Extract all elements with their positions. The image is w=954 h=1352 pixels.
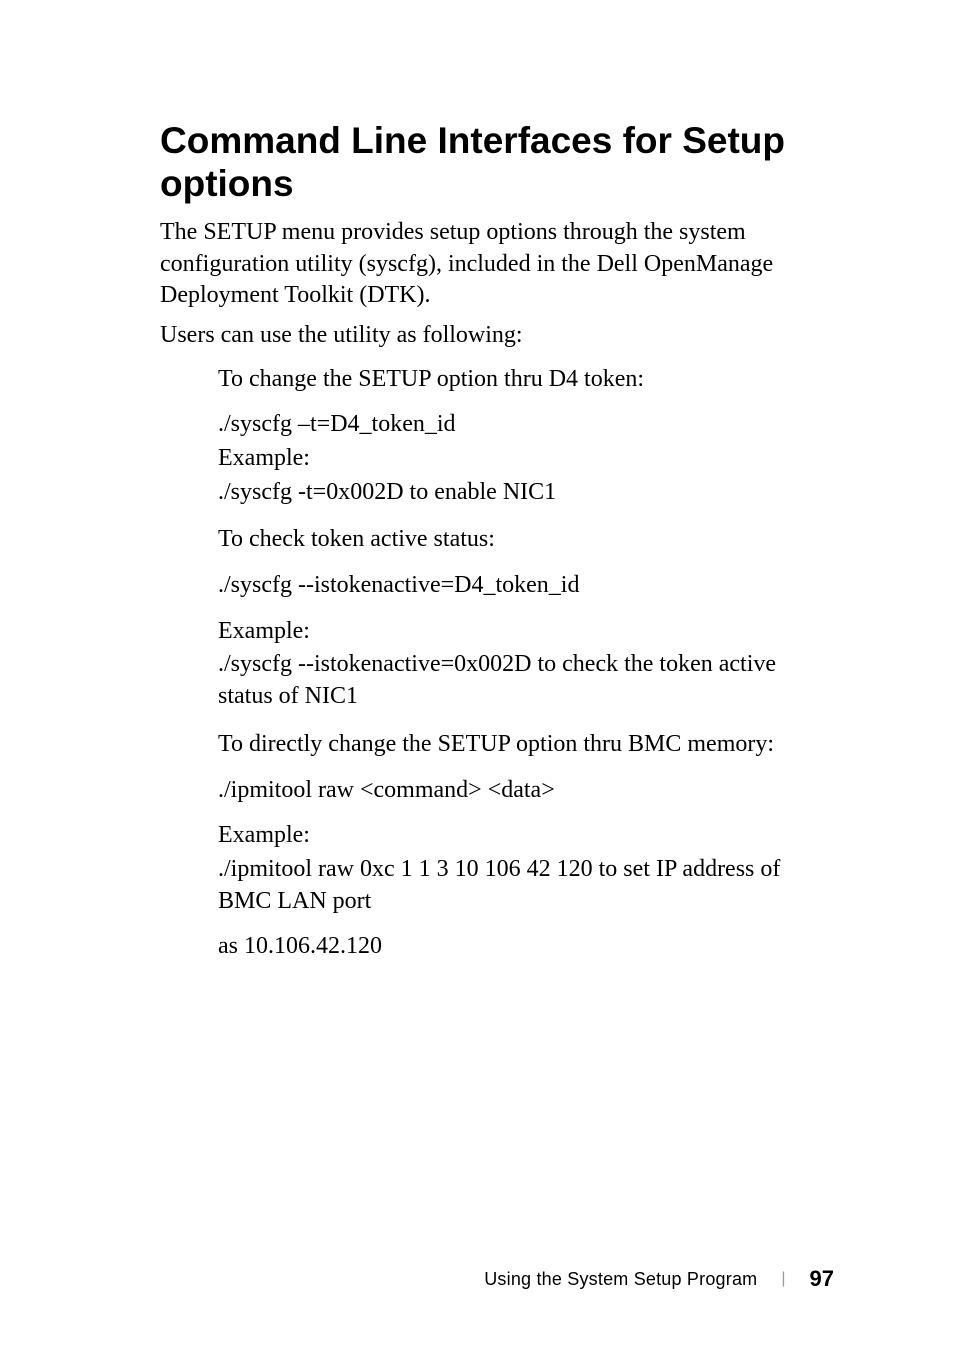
page-heading: Command Line Interfaces for Setup option…: [160, 120, 834, 205]
intro-paragraph-2: Users can use the utility as following:: [160, 320, 834, 352]
direct-cmd: ./ipmitool raw <command> <data>: [218, 775, 834, 807]
check-cmd: ./syscfg --istokenactive=D4_token_id: [218, 570, 834, 602]
indented-content: To change the SETUP option thru D4 token…: [218, 364, 834, 963]
check-status-label: To check token active status:: [218, 524, 834, 556]
change-option-label: To change the SETUP option thru D4 token…: [218, 364, 834, 396]
change-cmd-line-2: Example:: [218, 443, 834, 475]
direct-change-label: To directly change the SETUP option thru…: [218, 729, 834, 761]
check-example-line-2: ./syscfg --istokenactive=0x002D to check…: [218, 649, 834, 712]
footer-title: Using the System Setup Program: [484, 1269, 757, 1290]
change-cmd-line-3: ./syscfg -t=0x002D to enable NIC1: [218, 477, 834, 509]
direct-example-line-2: ./ipmitool raw 0xc 1 1 3 10 106 42 120 t…: [218, 854, 834, 917]
check-example-block: Example: ./syscfg --istokenactive=0x002D…: [218, 616, 834, 713]
direct-example-line-3: as 10.106.42.120: [218, 931, 834, 963]
change-cmd-line-1: ./syscfg –t=D4_token_id: [218, 409, 834, 441]
footer-separator-icon: |: [781, 1270, 785, 1288]
page-footer: Using the System Setup Program | 97: [484, 1266, 834, 1292]
change-option-block: ./syscfg –t=D4_token_id Example: ./syscf…: [218, 409, 834, 508]
check-example-line-1: Example:: [218, 616, 834, 648]
direct-example-line-1: Example:: [218, 820, 834, 852]
intro-paragraph-1: The SETUP menu provides setup options th…: [160, 217, 834, 312]
footer-page-number: 97: [810, 1266, 834, 1292]
page-container: Command Line Interfaces for Setup option…: [0, 0, 954, 1352]
direct-example-block: Example: ./ipmitool raw 0xc 1 1 3 10 106…: [218, 820, 834, 963]
